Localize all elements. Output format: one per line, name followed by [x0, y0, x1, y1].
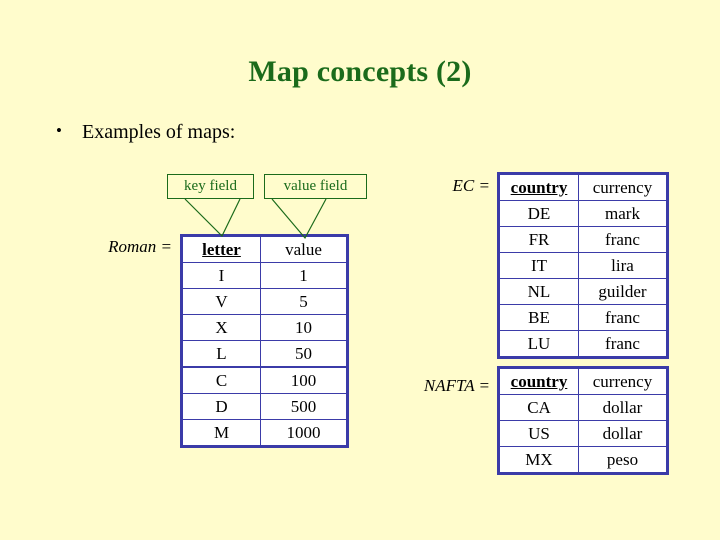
cell-value: lira — [578, 252, 668, 279]
cell-value: franc — [578, 330, 668, 358]
cell-key: M — [181, 419, 261, 447]
callout-key-field: key field — [167, 174, 254, 199]
table-row: NL guilder — [498, 278, 668, 305]
cell-key: NL — [498, 278, 579, 305]
cell-value: 500 — [260, 393, 348, 420]
table-row: US dollar — [498, 420, 668, 447]
cell-key: V — [181, 288, 261, 315]
cell-key: US — [498, 420, 579, 447]
slide-canvas: Map concepts (2) • Examples of maps: key … — [0, 0, 720, 540]
cell-value: 50 — [260, 340, 348, 368]
cell-key: CA — [498, 394, 579, 421]
cell-value: 1 — [260, 262, 348, 289]
table-row: CA dollar — [498, 394, 668, 421]
table-row: V 5 — [181, 288, 348, 315]
cell-key: FR — [498, 226, 579, 253]
table-row: MX peso — [498, 446, 668, 474]
table-row: I 1 — [181, 262, 348, 289]
column-header-country: country — [498, 367, 579, 395]
table-row: DE mark — [498, 200, 668, 227]
cell-value: franc — [578, 304, 668, 331]
cell-value: 10 — [260, 314, 348, 341]
cell-value: 5 — [260, 288, 348, 315]
cell-value: franc — [578, 226, 668, 253]
cell-key: MX — [498, 446, 579, 474]
cell-value: mark — [578, 200, 668, 227]
table-row: D 500 — [181, 393, 348, 420]
table-row: M 1000 — [181, 419, 348, 447]
cell-key: L — [181, 340, 261, 368]
table-roman-map: letter value I 1 V 5 X 10 L 50 C 100 D 5… — [180, 234, 349, 448]
cell-key: IT — [498, 252, 579, 279]
cell-value: dollar — [578, 420, 668, 447]
table-ec-map: country currency DE mark FR franc IT lir… — [497, 172, 669, 359]
cell-key: D — [181, 393, 261, 420]
cell-key: BE — [498, 304, 579, 331]
label-roman-map: Roman = — [108, 237, 172, 256]
table-row: BE franc — [498, 304, 668, 331]
label-nafta-map: NAFTA = — [423, 376, 490, 395]
bullet-item-label: Examples of maps: — [82, 121, 236, 143]
cell-key: I — [181, 262, 261, 289]
bullet-item: • Examples of maps: — [56, 121, 235, 144]
table-row: C 100 — [181, 366, 348, 394]
cell-key: C — [181, 366, 261, 394]
bullet-point-icon: • — [56, 121, 62, 140]
cell-key: DE — [498, 200, 579, 227]
cell-value: 1000 — [260, 419, 348, 447]
cell-value: dollar — [578, 394, 668, 421]
table-row: X 10 — [181, 314, 348, 341]
table-row: IT lira — [498, 252, 668, 279]
cell-value: 100 — [260, 366, 348, 394]
column-header-country: country — [498, 173, 579, 201]
table-header-row: country currency — [498, 173, 668, 201]
table-row: LU franc — [498, 330, 668, 358]
cell-value: peso — [578, 446, 668, 474]
cell-value: guilder — [578, 278, 668, 305]
callout-value-field: value field — [264, 174, 367, 199]
column-header-currency: currency — [578, 173, 668, 201]
cell-key: X — [181, 314, 261, 341]
table-row: L 50 — [181, 340, 348, 368]
table-header-row: country currency — [498, 367, 668, 395]
column-header-currency: currency — [578, 367, 668, 395]
table-row: FR franc — [498, 226, 668, 253]
cell-key: LU — [498, 330, 579, 358]
page-title: Map concepts (2) — [248, 55, 472, 88]
table-nafta-map: country currency CA dollar US dollar MX … — [497, 366, 669, 475]
